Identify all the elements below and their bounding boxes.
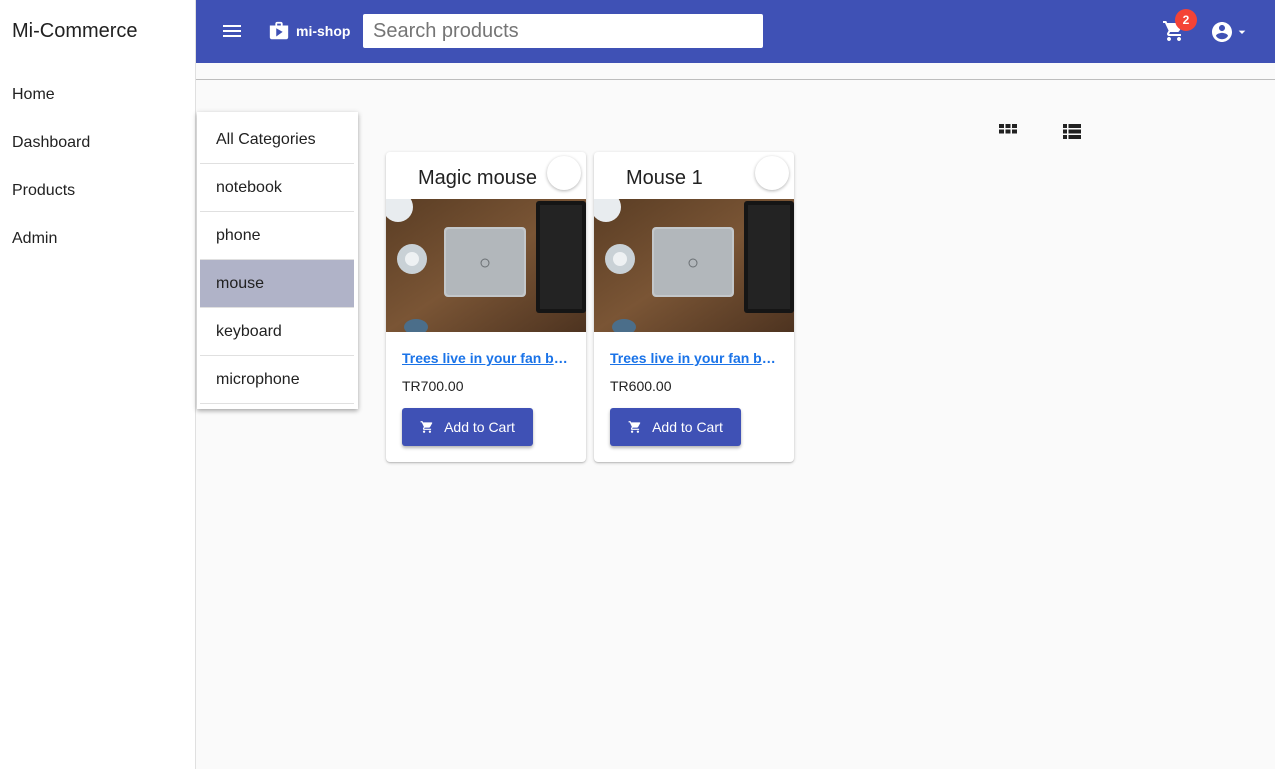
category-item-keyboard[interactable]: keyboard xyxy=(200,308,354,356)
nav-item-dashboard[interactable]: Dashboard xyxy=(12,134,90,152)
favorite-button[interactable] xyxy=(547,156,581,190)
category-item-mouse[interactable]: mouse xyxy=(200,260,354,308)
product-card: Mouse 1 Trees live in your fan brush TR6… xyxy=(594,152,794,462)
top-toolbar: mi-shop 2 xyxy=(196,0,1275,63)
account-menu-button[interactable] xyxy=(1210,20,1250,44)
add-to-cart-button[interactable]: Add to Cart xyxy=(610,408,741,446)
product-image xyxy=(386,199,586,332)
search-input[interactable] xyxy=(363,14,763,48)
shop-logo-link[interactable]: mi-shop xyxy=(268,20,350,42)
sidenav: Mi-Commerce Home Dashboard Products Admi… xyxy=(0,0,196,769)
list-view-icon[interactable] xyxy=(1060,121,1084,141)
shopping-cart-icon xyxy=(628,421,641,433)
product-title: Magic mouse xyxy=(418,167,537,189)
add-to-cart-label: Add to Cart xyxy=(444,419,515,435)
product-description-link[interactable]: Trees live in your fan brush xyxy=(610,350,778,366)
product-image xyxy=(594,199,794,332)
product-price: TR700.00 xyxy=(402,378,464,394)
grid-view-icon[interactable] xyxy=(996,121,1020,141)
shop-label: mi-shop xyxy=(296,23,351,39)
account-circle-icon xyxy=(1212,22,1232,42)
category-item-all[interactable]: All Categories xyxy=(200,116,354,164)
shopping-cart-icon xyxy=(420,421,433,433)
category-list: All Categories notebook phone mouse keyb… xyxy=(197,112,358,409)
hamburger-menu-icon[interactable] xyxy=(220,19,244,43)
category-item-phone[interactable]: phone xyxy=(200,212,354,260)
add-to-cart-label: Add to Cart xyxy=(652,419,723,435)
add-to-cart-button[interactable]: Add to Cart xyxy=(402,408,533,446)
category-item-notebook[interactable]: notebook xyxy=(200,164,354,212)
chevron-down-icon xyxy=(1238,30,1246,34)
cart-count-badge: 2 xyxy=(1175,9,1197,31)
nav-item-products[interactable]: Products xyxy=(12,182,75,200)
favorite-button[interactable] xyxy=(755,156,789,190)
brand-title: Mi-Commerce xyxy=(12,20,138,42)
nav-item-home[interactable]: Home xyxy=(12,86,55,104)
product-price: TR600.00 xyxy=(610,378,672,394)
product-title: Mouse 1 xyxy=(626,167,703,189)
shop-bag-icon xyxy=(269,21,289,40)
product-card: Magic mouse Trees live in your fan brush… xyxy=(386,152,586,462)
category-item-microphone[interactable]: microphone xyxy=(200,356,354,404)
divider xyxy=(196,79,1275,80)
nav-item-admin[interactable]: Admin xyxy=(12,230,57,248)
product-description-link[interactable]: Trees live in your fan brush xyxy=(402,350,570,366)
